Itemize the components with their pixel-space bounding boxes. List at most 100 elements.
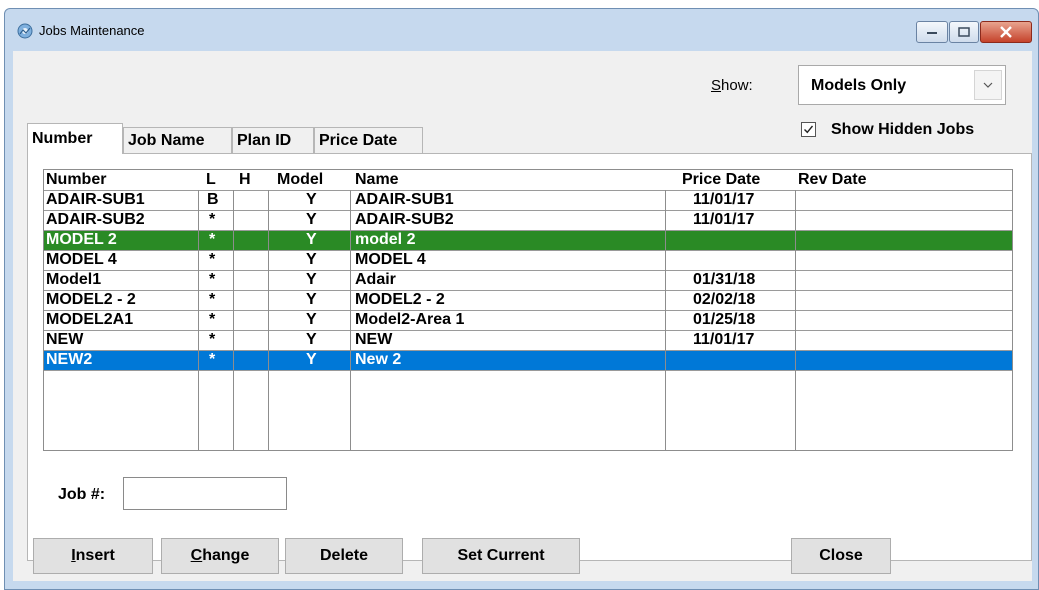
col-header-name[interactable]: Name [355,170,399,190]
column-divider [795,190,796,450]
table-row-highlighted[interactable]: MODEL 2 * Y model 2 [44,230,1012,250]
col-header-model[interactable]: Model [277,170,323,190]
dialog-client-area: Show: Models Only Show Hidden Jobs Numbe… [13,51,1032,581]
row-divider [44,270,1012,271]
row-divider [44,370,1012,371]
cell-model: Y [306,211,317,228]
window-title: Jobs Maintenance [39,23,145,38]
cell-name: NEW [355,331,393,348]
column-divider [268,190,269,450]
show-filter-select[interactable]: Models Only [798,65,1006,105]
insert-button[interactable]: Insert [33,538,153,574]
tab-price-date[interactable]: Price Date [314,127,423,153]
check-icon [804,125,814,134]
chevron-down-icon [983,82,993,88]
cell-model: Y [306,271,317,288]
minimize-icon [927,32,937,34]
table-row-selected[interactable]: NEW2 * Y New 2 [44,350,1012,370]
cell-model: Y [306,331,317,348]
cell-l: * [209,271,216,288]
cell-number: ADAIR-SUB2 [46,211,145,228]
column-divider [350,190,351,450]
checkbox[interactable] [801,122,816,137]
cell-model: Y [306,251,317,268]
table-row[interactable]: ADAIR-SUB1 B Y ADAIR-SUB1 11/01/17 [44,190,1012,210]
col-header-h[interactable]: H [239,170,251,190]
set-current-button[interactable]: Set Current [422,538,580,574]
cell-model: Y [306,231,317,248]
job-number-input[interactable] [123,477,287,510]
cell-number: MODEL 4 [46,251,117,268]
tab-plan-id[interactable]: Plan ID [232,127,314,153]
col-header-number[interactable]: Number [46,170,106,190]
show-filter-value: Models Only [811,77,907,94]
cell-model: Y [306,351,317,368]
cell-price-date: 11/01/17 [693,331,755,348]
change-button[interactable]: Change [161,538,279,574]
app-icon [17,23,33,39]
cell-number: MODEL2A1 [46,311,134,328]
tab-number[interactable]: Number [27,123,123,154]
row-divider [44,210,1012,211]
tab-panel-number: Number L H Model Name Price Date Rev Dat… [27,153,1032,561]
tab-job-name[interactable]: Job Name [123,127,232,153]
column-divider [665,190,666,450]
cell-name: Model2-Area 1 [355,311,465,328]
cell-price-date: 11/01/17 [693,191,755,208]
cell-name: MODEL2 - 2 [355,291,445,308]
row-divider [44,310,1012,311]
col-header-rev-date[interactable]: Rev Date [798,170,866,190]
title-bar[interactable]: Jobs Maintenance [5,9,1038,51]
cell-name: ADAIR-SUB2 [355,211,454,228]
cell-number: NEW [46,331,84,348]
table-row[interactable]: MODEL2A1 * Y Model2-Area 1 01/25/18 [44,310,1012,330]
row-divider [44,230,1012,231]
cell-number: NEW2 [46,351,93,368]
cell-model: Y [306,291,317,308]
col-header-price-date[interactable]: Price Date [682,170,760,190]
close-button[interactable]: Close [791,538,891,574]
jobs-maintenance-window: Jobs Maintenance Show: Models Only Show … [4,8,1039,590]
job-number-label: Job #: [58,486,106,503]
table-row[interactable]: MODEL 4 * Y MODEL 4 [44,250,1012,270]
cell-l: * [209,251,216,268]
cell-l: * [209,311,216,328]
row-divider [44,350,1012,351]
column-divider [233,190,234,450]
cell-number: Model1 [46,271,102,288]
cell-name: ADAIR-SUB1 [355,191,454,208]
row-divider [44,290,1012,291]
row-divider [44,330,1012,331]
cell-name: model 2 [355,231,416,248]
cell-l: * [209,211,216,228]
cell-price-date: 02/02/18 [693,291,756,308]
cell-l: * [209,291,216,308]
table-row[interactable]: Model1 * Y Adair 01/31/18 [44,270,1012,290]
cell-price-date: 01/31/18 [693,271,756,288]
maximize-icon [958,27,970,37]
minimize-button[interactable] [916,21,948,43]
table-header: Number L H Model Name Price Date Rev Dat… [44,170,1012,190]
cell-name: MODEL 4 [355,251,426,268]
cell-l: * [209,351,216,368]
cell-number: ADAIR-SUB1 [46,191,145,208]
cell-l: * [209,231,216,248]
close-icon [1000,26,1012,38]
row-divider [44,190,1012,191]
cell-l: * [209,331,216,348]
jobs-table[interactable]: Number L H Model Name Price Date Rev Dat… [43,169,1013,451]
cell-price-date: 01/25/18 [693,311,756,328]
close-window-button[interactable] [980,21,1032,43]
cell-number: MODEL2 - 2 [46,291,136,308]
dropdown-button[interactable] [974,70,1002,100]
table-row[interactable]: NEW * Y NEW 11/01/17 [44,330,1012,350]
maximize-button[interactable] [949,21,979,43]
delete-button[interactable]: Delete [285,538,403,574]
table-row[interactable]: ADAIR-SUB2 * Y ADAIR-SUB2 11/01/17 [44,210,1012,230]
cell-name: New 2 [355,351,402,368]
table-row[interactable]: MODEL2 - 2 * Y MODEL2 - 2 02/02/18 [44,290,1012,310]
cell-number: MODEL 2 [46,231,117,248]
col-header-l[interactable]: L [206,170,216,190]
cell-model: Y [306,191,317,208]
cell-l: B [207,191,219,208]
